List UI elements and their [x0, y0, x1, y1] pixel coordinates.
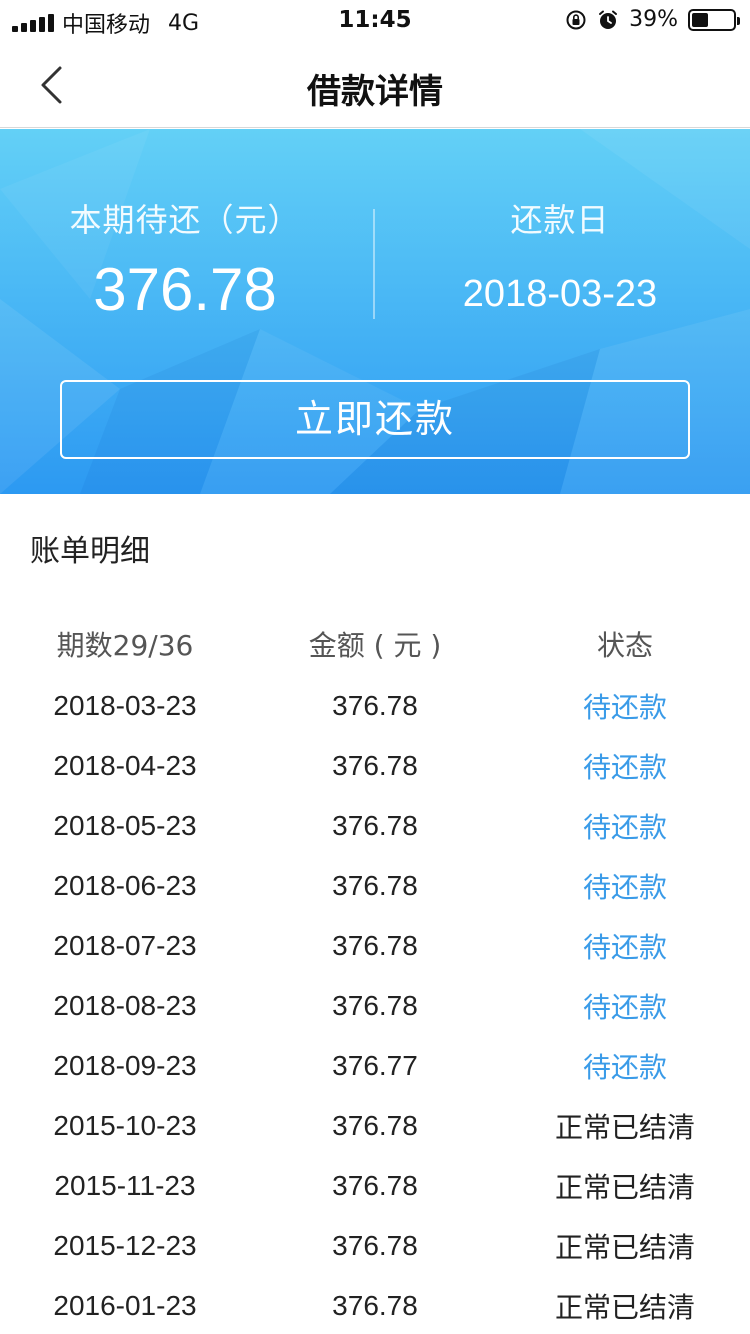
row-status: 待还款: [582, 991, 667, 1024]
row-status: 正常已结清: [554, 1171, 695, 1204]
header-period: 期数29/36: [56, 629, 194, 662]
row-date: 2018-03-23: [53, 690, 197, 721]
page-title: 借款详情: [307, 72, 443, 112]
bill-rows: 2018-03-23 376.78 待还款 2018-04-23 376.78 待还款 20…: [0, 676, 750, 1334]
row-status: 待还款: [582, 871, 667, 904]
table-row: 2015-12-23 376.78 正常已结清: [0, 1216, 750, 1276]
row-status: 待还款: [582, 811, 667, 844]
row-status: 正常已结清: [554, 1111, 695, 1144]
row-date: 2018-06-23: [53, 870, 197, 901]
status-right: 39%: [565, 7, 740, 32]
table-row: 2018-07-23 376.78 待还款: [0, 916, 750, 976]
row-amount: 376.78: [332, 870, 418, 901]
row-date: 2018-04-23: [53, 750, 197, 781]
repay-now-button[interactable]: 立即还款: [60, 380, 690, 459]
hero-divider: [373, 209, 375, 319]
row-amount: 376.78: [332, 690, 418, 721]
row-amount: 376.78: [332, 1290, 418, 1321]
table-row: 2018-04-23 376.78 待还款: [0, 736, 750, 796]
bill-table: 期数29/36 金额 ( 元 ) 状态 2018-03-23 376.78 待还款 2…: [0, 612, 750, 1334]
row-amount: 376.78: [332, 750, 418, 781]
table-row: 2018-08-23 376.78 待还款: [0, 976, 750, 1036]
row-date: 2018-08-23: [53, 990, 197, 1021]
row-date: 2018-05-23: [53, 810, 197, 841]
row-status: 待还款: [582, 931, 667, 964]
due-date-value: 2018-03-23: [462, 273, 658, 315]
battery-level: [692, 12, 708, 27]
status-bar: 中国移动 4G 11:45 39%: [0, 0, 750, 40]
due-date-label: 还款日: [510, 201, 610, 239]
table-row: 2018-03-23 376.78 待还款: [0, 676, 750, 736]
due-amount-label: 本期待还（元）: [69, 201, 301, 239]
due-date-block: 还款日 2018-03-23: [410, 195, 710, 316]
row-date: 2015-11-23: [54, 1170, 196, 1201]
bill-table-header: 期数29/36 金额 ( 元 ) 状态: [0, 612, 750, 676]
row-date: 2016-01-23: [53, 1290, 197, 1321]
table-row: 2018-09-23 376.77 待还款: [0, 1036, 750, 1096]
due-amount-block: 本期待还（元） 376.78: [40, 195, 330, 324]
row-amount: 376.78: [332, 1230, 418, 1261]
header-status: 状态: [596, 629, 653, 662]
row-date: 2018-07-23: [53, 930, 197, 961]
row-amount: 376.77: [332, 1050, 418, 1081]
repayment-summary: 本期待还（元） 376.78 还款日 2018-03-23 立即还款: [0, 129, 750, 494]
table-row: 2015-11-23 376.78 正常已结清: [0, 1156, 750, 1216]
row-amount: 376.78: [332, 990, 418, 1021]
battery-icon: [688, 8, 740, 31]
table-row: 2016-01-23 376.78 正常已结清: [0, 1276, 750, 1334]
table-row: 2018-06-23 376.78 待还款: [0, 856, 750, 916]
row-date: 2018-09-23: [53, 1050, 197, 1081]
row-status: 待还款: [582, 1051, 667, 1084]
row-status: 正常已结清: [554, 1231, 695, 1264]
row-amount: 376.78: [332, 810, 418, 841]
row-date: 2015-12-23: [53, 1230, 197, 1261]
due-amount-value: 376.78: [93, 256, 277, 323]
row-status: 待还款: [582, 691, 667, 724]
table-row: 2018-05-23 376.78 待还款: [0, 796, 750, 856]
orientation-lock-icon: [566, 10, 586, 29]
bill-details-title: 账单明细: [30, 534, 150, 569]
row-amount: 376.78: [332, 1110, 418, 1141]
table-row: 2015-10-23 376.78 正常已结清: [0, 1096, 750, 1156]
row-amount: 376.78: [332, 930, 418, 961]
row-amount: 376.78: [332, 1170, 418, 1201]
row-status: 待还款: [582, 751, 667, 784]
battery-percent: 39%: [629, 7, 678, 32]
alarm-icon: [599, 10, 618, 29]
nav-bar: 借款详情: [0, 40, 750, 128]
row-status: 正常已结清: [554, 1291, 695, 1324]
header-amount: 金额 ( 元 ): [308, 629, 442, 662]
row-date: 2015-10-23: [53, 1110, 197, 1141]
